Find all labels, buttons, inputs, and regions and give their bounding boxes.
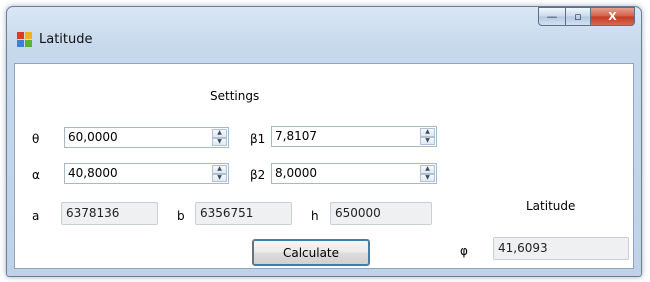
phi-label: φ — [460, 244, 468, 258]
theta-stepper[interactable]: 60,0000 ▲ ▼ — [64, 127, 229, 148]
h-field: 650000 — [330, 202, 432, 225]
beta1-spin-buttons: ▲ ▼ — [420, 128, 435, 145]
a-field: 6378136 — [61, 202, 158, 225]
close-button[interactable]: X — [591, 7, 635, 26]
beta1-value[interactable]: 7,8107 — [275, 129, 317, 143]
latitude-result-field: 41,6093 — [493, 237, 629, 260]
latitude-result-value: 41,6093 — [498, 241, 548, 255]
alpha-stepper[interactable]: 40,8000 ▲ ▼ — [64, 163, 229, 184]
calculate-button[interactable]: Calculate — [252, 239, 370, 266]
b-field: 6356751 — [195, 202, 292, 225]
h-value: 650000 — [335, 206, 381, 220]
h-label: h — [311, 209, 319, 223]
app-window: Latitude — ▫ X Settings θ 60,0000 ▲ ▼ β1… — [6, 6, 642, 277]
theta-label: θ — [32, 132, 40, 146]
beta2-stepper[interactable]: 8,0000 ▲ ▼ — [271, 163, 437, 184]
beta2-label: β2 — [250, 168, 266, 182]
b-label: b — [177, 209, 185, 223]
a-value: 6378136 — [66, 206, 120, 220]
alpha-spin-buttons: ▲ ▼ — [212, 165, 227, 182]
theta-value[interactable]: 60,0000 — [68, 130, 118, 144]
client-area: Settings θ 60,0000 ▲ ▼ β1 7,8107 ▲ ▼ α 4… — [14, 63, 634, 269]
spin-up-icon[interactable]: ▲ — [212, 129, 227, 138]
spin-down-icon[interactable]: ▼ — [212, 137, 227, 146]
title-bar[interactable]: Latitude — ▫ X — [7, 7, 641, 63]
alpha-value[interactable]: 40,8000 — [68, 166, 118, 180]
minimize-button[interactable]: — — [538, 7, 565, 26]
spin-down-icon[interactable]: ▼ — [420, 136, 435, 145]
spin-up-icon[interactable]: ▲ — [420, 165, 435, 174]
beta2-spin-buttons: ▲ ▼ — [420, 165, 435, 182]
theta-spin-buttons: ▲ ▼ — [212, 129, 227, 146]
app-icon — [17, 32, 33, 48]
spin-down-icon[interactable]: ▼ — [420, 173, 435, 182]
window-title: Latitude — [39, 32, 93, 47]
a-label: a — [32, 209, 40, 223]
latitude-heading: Latitude — [526, 199, 576, 213]
spin-up-icon[interactable]: ▲ — [420, 128, 435, 137]
window-controls: — ▫ X — [538, 7, 635, 26]
maximize-button[interactable]: ▫ — [565, 7, 591, 26]
beta1-label: β1 — [250, 132, 266, 146]
settings-heading: Settings — [210, 89, 260, 103]
beta1-stepper[interactable]: 7,8107 ▲ ▼ — [271, 126, 437, 147]
spin-down-icon[interactable]: ▼ — [212, 173, 227, 182]
alpha-label: α — [32, 168, 40, 182]
spin-up-icon[interactable]: ▲ — [212, 165, 227, 174]
b-value: 6356751 — [200, 206, 254, 220]
beta2-value[interactable]: 8,0000 — [275, 166, 317, 180]
